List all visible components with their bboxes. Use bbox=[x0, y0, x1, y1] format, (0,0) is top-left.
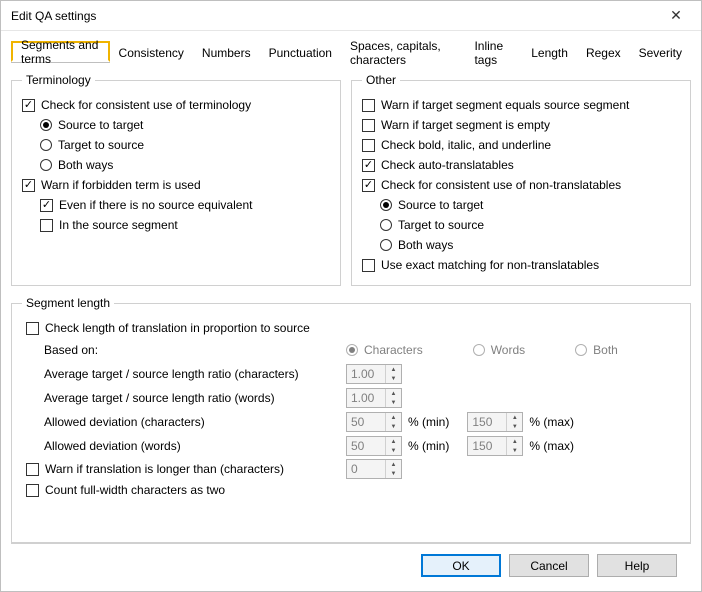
radio-basedon-both bbox=[575, 344, 587, 356]
check-warn-target-equals-source[interactable] bbox=[362, 99, 375, 112]
spin-warn-longer: ▲▼ bbox=[346, 459, 402, 479]
spin-ratio-words: ▲▼ bbox=[346, 388, 402, 408]
check-warn-longer-than[interactable] bbox=[26, 463, 39, 476]
group-terminology: Terminology Check for consistent use of … bbox=[11, 73, 341, 286]
tab-severity[interactable]: Severity bbox=[630, 42, 691, 63]
radio-basedon-characters bbox=[346, 344, 358, 356]
content-area: Segments and terms Consistency Numbers P… bbox=[1, 31, 701, 591]
chevron-up-icon: ▲ bbox=[507, 437, 522, 446]
input-dev-words-min bbox=[347, 437, 385, 455]
radio-term-target-to-source[interactable] bbox=[40, 139, 52, 151]
check-consistent-terminology-label: Check for consistent use of terminology bbox=[41, 98, 251, 112]
spin-dev-words-min: ▲▼ bbox=[346, 436, 402, 456]
tab-inline-tags[interactable]: Inline tags bbox=[465, 42, 522, 63]
check-warn-forbidden-term[interactable] bbox=[22, 179, 35, 192]
check-bold-italic-underline[interactable] bbox=[362, 139, 375, 152]
chevron-down-icon: ▼ bbox=[386, 422, 401, 431]
check-auto-translatables[interactable] bbox=[362, 159, 375, 172]
cancel-button[interactable]: Cancel bbox=[509, 554, 589, 577]
chevron-up-icon: ▲ bbox=[386, 437, 401, 446]
group-segment-length-legend: Segment length bbox=[22, 296, 114, 310]
group-other: Other Warn if target segment equals sour… bbox=[351, 73, 691, 286]
chevron-up-icon: ▲ bbox=[386, 460, 401, 469]
input-dev-chars-max bbox=[468, 413, 506, 431]
window-title: Edit QA settings bbox=[11, 9, 659, 23]
check-exact-matching-nontranslatables[interactable] bbox=[362, 259, 375, 272]
check-consistent-nontranslatables[interactable] bbox=[362, 179, 375, 192]
group-terminology-legend: Terminology bbox=[22, 73, 95, 87]
chevron-down-icon: ▼ bbox=[386, 446, 401, 455]
spin-dev-chars-min: ▲▼ bbox=[346, 412, 402, 432]
spin-dev-words-max: ▲▼ bbox=[467, 436, 523, 456]
tab-punctuation[interactable]: Punctuation bbox=[260, 42, 341, 63]
help-button[interactable]: Help bbox=[597, 554, 677, 577]
tab-numbers[interactable]: Numbers bbox=[193, 42, 260, 63]
chevron-down-icon: ▼ bbox=[507, 422, 522, 431]
tab-spaces-capitals-chars[interactable]: Spaces, capitals, characters bbox=[341, 42, 465, 63]
check-consistent-terminology[interactable] bbox=[22, 99, 35, 112]
ok-button[interactable]: OK bbox=[421, 554, 501, 577]
check-even-no-source-equiv[interactable] bbox=[40, 199, 53, 212]
chevron-up-icon: ▲ bbox=[386, 365, 401, 374]
input-dev-chars-min bbox=[347, 413, 385, 431]
input-dev-words-max bbox=[468, 437, 506, 455]
radio-nt-target-to-source[interactable] bbox=[380, 219, 392, 231]
tab-strip: Segments and terms Consistency Numbers P… bbox=[11, 41, 691, 63]
chevron-down-icon: ▼ bbox=[507, 446, 522, 455]
chevron-down-icon: ▼ bbox=[386, 469, 401, 478]
chevron-down-icon: ▼ bbox=[386, 398, 401, 407]
chevron-up-icon: ▲ bbox=[386, 413, 401, 422]
spin-ratio-chars: ▲▼ bbox=[346, 364, 402, 384]
close-icon: ✕ bbox=[670, 7, 682, 24]
tab-consistency[interactable]: Consistency bbox=[110, 42, 193, 63]
tab-length[interactable]: Length bbox=[522, 42, 577, 63]
radio-nt-source-to-target[interactable] bbox=[380, 199, 392, 211]
chevron-down-icon: ▼ bbox=[386, 374, 401, 383]
group-other-legend: Other bbox=[362, 73, 400, 87]
radio-term-source-to-target[interactable] bbox=[40, 119, 52, 131]
dialog-window: Edit QA settings ✕ Segments and terms Co… bbox=[0, 0, 702, 592]
close-button[interactable]: ✕ bbox=[659, 4, 693, 28]
check-length-proportion[interactable] bbox=[26, 322, 39, 335]
check-count-fullwidth-two[interactable] bbox=[26, 484, 39, 497]
input-ratio-words bbox=[347, 389, 385, 407]
radio-term-both-ways[interactable] bbox=[40, 159, 52, 171]
spin-dev-chars-max: ▲▼ bbox=[467, 412, 523, 432]
input-warn-longer bbox=[347, 460, 385, 478]
chevron-up-icon: ▲ bbox=[507, 413, 522, 422]
titlebar: Edit QA settings ✕ bbox=[1, 1, 701, 31]
radio-nt-both-ways[interactable] bbox=[380, 239, 392, 251]
group-segment-length: Segment length Check length of translati… bbox=[11, 296, 691, 543]
dialog-footer: OK Cancel Help bbox=[11, 543, 691, 591]
check-in-source-segment[interactable] bbox=[40, 219, 53, 232]
chevron-up-icon: ▲ bbox=[386, 389, 401, 398]
radio-basedon-words bbox=[473, 344, 485, 356]
tab-regex[interactable]: Regex bbox=[577, 42, 630, 63]
input-ratio-chars bbox=[347, 365, 385, 383]
tab-segments-and-terms[interactable]: Segments and terms bbox=[11, 41, 110, 62]
check-warn-target-empty[interactable] bbox=[362, 119, 375, 132]
